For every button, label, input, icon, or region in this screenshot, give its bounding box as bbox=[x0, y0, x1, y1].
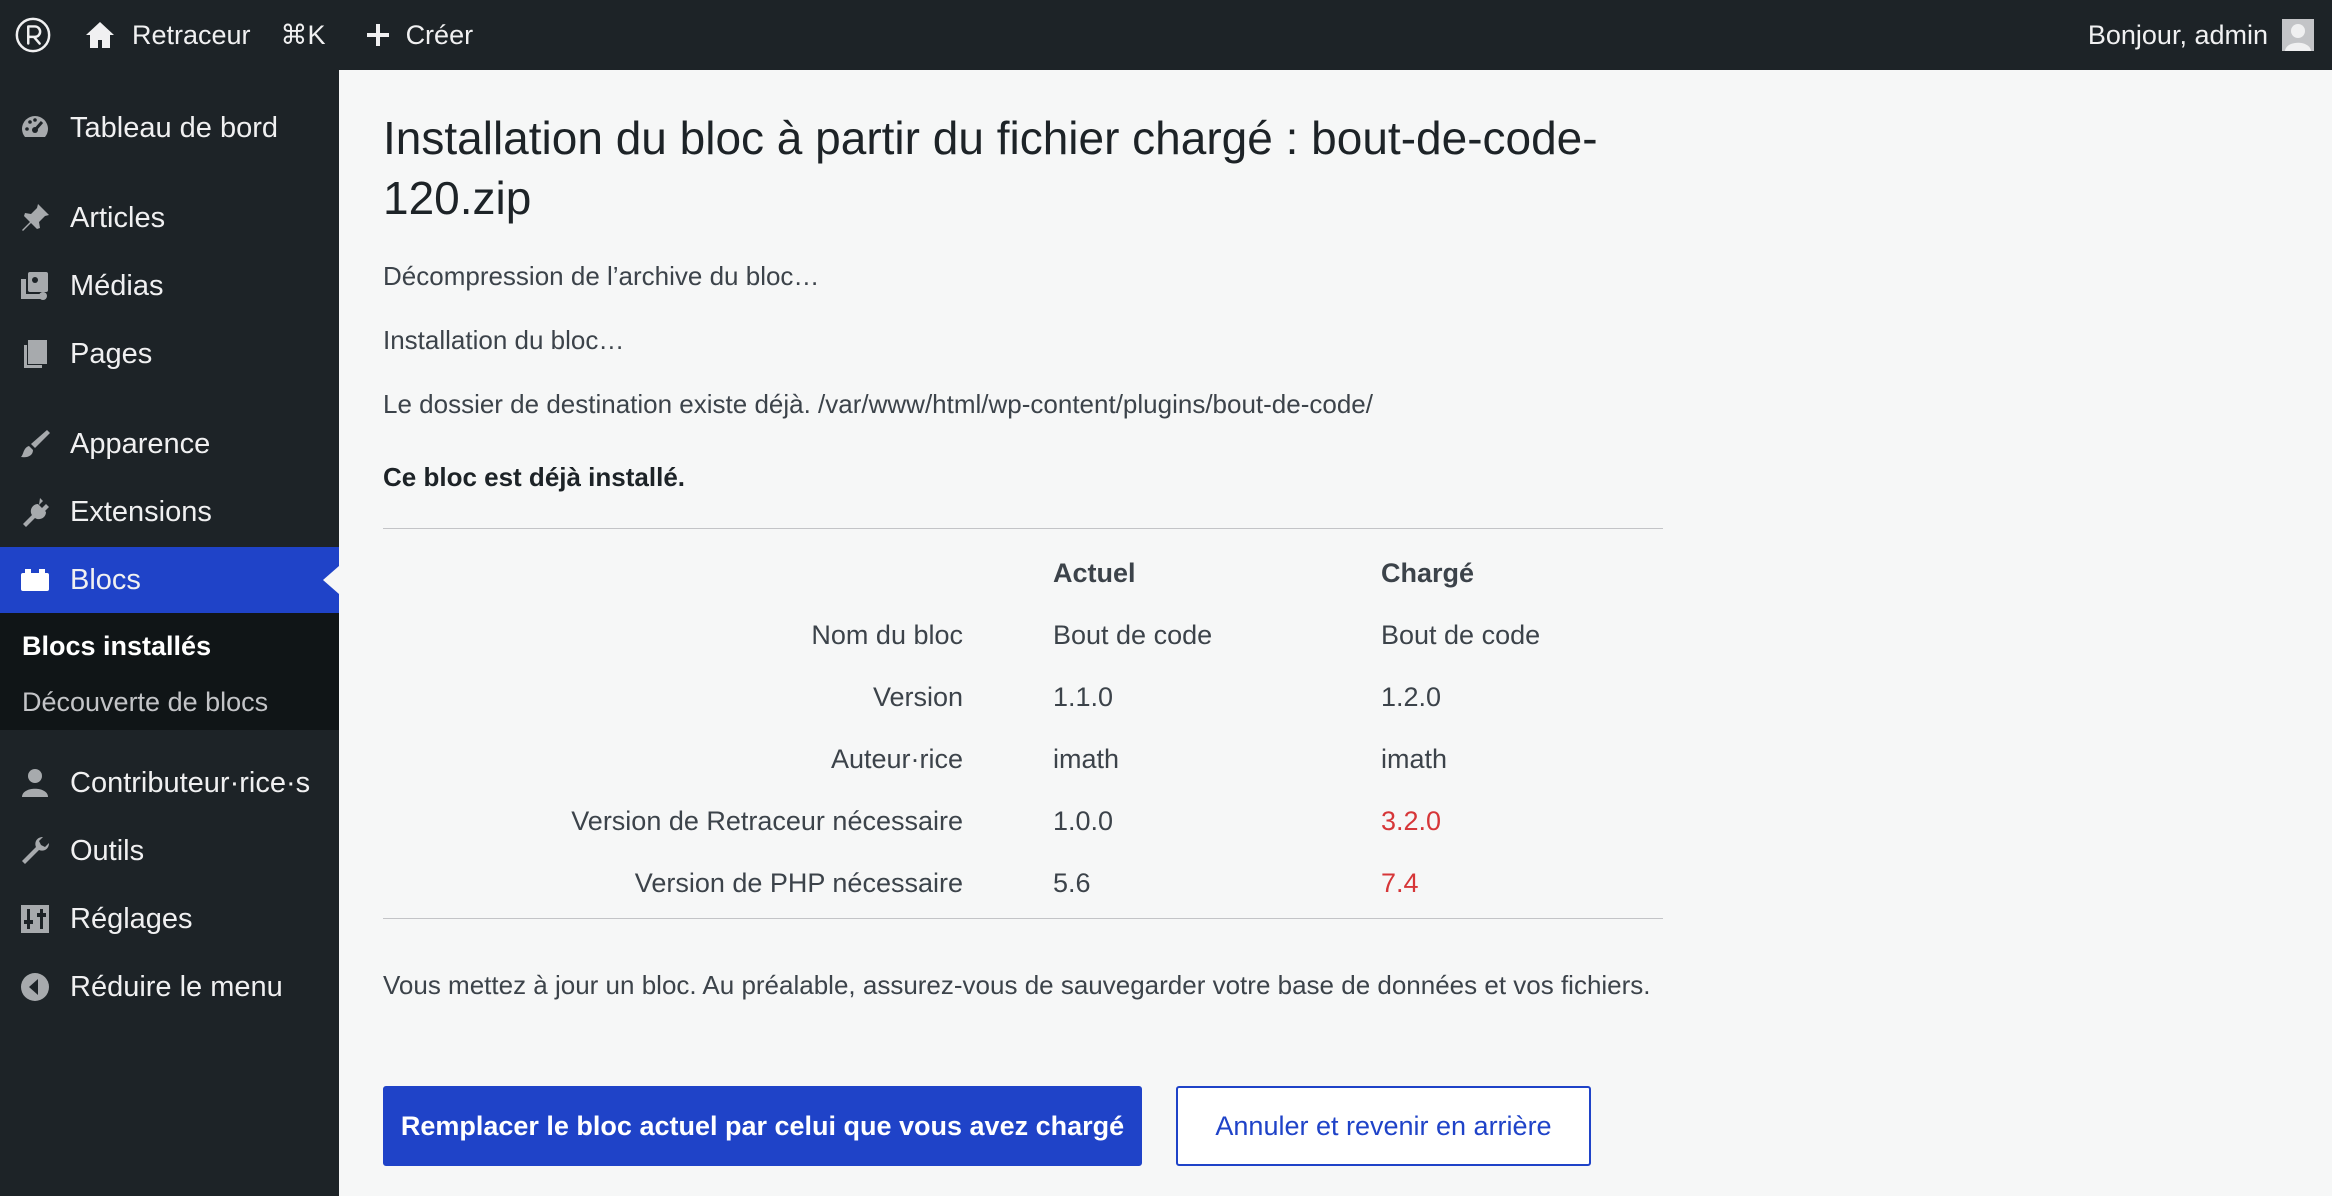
row-uploaded-value-warning: 7.4 bbox=[1381, 867, 1419, 898]
sidebar-item-extensions[interactable]: Extensions bbox=[0, 479, 339, 545]
backup-notice: Vous mettez à jour un bloc. Au préalable… bbox=[383, 970, 1651, 1000]
status-message-unpacking: Décompression de l’archive du bloc… bbox=[383, 261, 820, 291]
plus-icon bbox=[366, 24, 389, 46]
header-current: Actuel bbox=[1053, 557, 1136, 588]
sidebar-item-pages[interactable]: Pages bbox=[0, 321, 339, 387]
sidebar-item-apparence[interactable]: Apparence bbox=[0, 411, 339, 477]
sidebar-item-articles[interactable]: Articles bbox=[0, 185, 339, 251]
greeting: Bonjour, admin bbox=[2087, 19, 2268, 50]
site-link[interactable]: Retraceur bbox=[66, 0, 251, 70]
site-name: Retraceur bbox=[132, 19, 251, 50]
blocks-icon bbox=[0, 563, 70, 597]
wrench-icon bbox=[0, 834, 70, 868]
sidebar-item-label: Blocs bbox=[70, 563, 141, 596]
sidebar-item-label: Réglages bbox=[70, 902, 193, 935]
brush-icon bbox=[0, 427, 70, 461]
row-current-value: imath bbox=[1053, 743, 1120, 774]
row-uploaded-value: Bout de code bbox=[1381, 619, 1541, 650]
submenu-item-installed[interactable]: Blocs installés bbox=[22, 631, 211, 662]
row-current-value: 1.0.0 bbox=[1053, 805, 1114, 836]
comparison-table: Actuel Chargé Nom du bloc Bout de code B… bbox=[383, 542, 1663, 914]
row-label: Version de Retraceur nécessaire bbox=[571, 805, 963, 836]
blocs-submenu: Blocs installés Découverte de blocs bbox=[0, 613, 339, 730]
new-label: Créer bbox=[405, 19, 474, 50]
sidebar-item-label: Extensions bbox=[70, 495, 212, 528]
avatar bbox=[2282, 19, 2314, 51]
media-icon bbox=[0, 269, 70, 303]
row-current-value: 5.6 bbox=[1053, 867, 1091, 898]
command-palette-shortcut[interactable]: ⌘K bbox=[281, 0, 326, 70]
table-row: Version de Retraceur nécessaire 1.0.0 3.… bbox=[383, 790, 1663, 852]
sidebar-item-outils[interactable]: Outils bbox=[0, 818, 339, 884]
retraceur-logo-icon[interactable] bbox=[0, 0, 66, 70]
sidebar-item-blocs[interactable]: Blocs bbox=[0, 547, 339, 613]
admin-bar: Retraceur ⌘K Créer Bonjour, admin bbox=[0, 0, 2332, 70]
row-label: Version de PHP nécessaire bbox=[634, 867, 963, 898]
row-label: Auteur·rice bbox=[830, 743, 963, 774]
new-content-menu[interactable]: Créer bbox=[364, 0, 474, 70]
already-installed-heading: Ce bloc est déjà installé. bbox=[383, 462, 685, 492]
pin-icon bbox=[0, 201, 70, 235]
header-empty bbox=[383, 542, 963, 604]
sidebar-item-medias[interactable]: Médias bbox=[0, 253, 339, 319]
row-current-value: 1.1.0 bbox=[1053, 681, 1114, 712]
sidebar-item-reduire[interactable]: Réduire le menu bbox=[0, 954, 339, 1020]
user-icon bbox=[0, 766, 70, 800]
status-message-installing: Installation du bloc… bbox=[383, 325, 625, 355]
sidebar-item-label: Outils bbox=[70, 834, 145, 867]
sidebar-item-label: Réduire le menu bbox=[70, 970, 283, 1003]
collapse-icon bbox=[0, 970, 70, 1004]
row-uploaded-value: imath bbox=[1381, 743, 1448, 774]
header-uploaded: Chargé bbox=[1381, 557, 1475, 588]
sidebar-item-label: Tableau de bord bbox=[70, 111, 278, 144]
home-icon bbox=[86, 22, 114, 48]
settings-icon bbox=[0, 902, 70, 936]
row-label: Nom du bloc bbox=[811, 619, 963, 650]
sidebar-item-dashboard[interactable]: Tableau de bord bbox=[0, 95, 339, 161]
table-bottom-divider bbox=[383, 918, 1663, 919]
sidebar-item-label: Médias bbox=[70, 269, 164, 302]
submenu-item-discover[interactable]: Découverte de blocs bbox=[22, 687, 268, 718]
status-message-folder-exists: Le dossier de destination existe déjà. /… bbox=[383, 389, 1373, 419]
table-row: Version 1.1.0 1.2.0 bbox=[383, 666, 1663, 728]
row-current-value: Bout de code bbox=[1053, 619, 1213, 650]
dashboard-icon bbox=[0, 111, 70, 145]
sidebar-item-contributeurs[interactable]: Contributeur·rice·s bbox=[0, 750, 339, 816]
pages-icon bbox=[0, 337, 70, 371]
cancel-button[interactable]: Annuler et revenir en arrière bbox=[1176, 1086, 1591, 1166]
sidebar-item-reglages[interactable]: Réglages bbox=[0, 886, 339, 952]
plugin-icon bbox=[0, 495, 70, 529]
table-row: Nom du bloc Bout de code Bout de code bbox=[383, 604, 1663, 666]
sidebar-item-label: Articles bbox=[70, 201, 166, 234]
table-row: Auteur·rice imath imath bbox=[383, 728, 1663, 790]
sidebar-item-label: Apparence bbox=[70, 427, 211, 460]
table-row: Version de PHP nécessaire 5.6 7.4 bbox=[383, 852, 1663, 914]
table-top-divider bbox=[383, 528, 1663, 529]
row-label: Version bbox=[872, 681, 963, 712]
replace-block-button[interactable]: Remplacer le bloc actuel par celui que v… bbox=[383, 1086, 1142, 1166]
table-header-row: Actuel Chargé bbox=[383, 542, 1663, 604]
row-uploaded-value: 1.2.0 bbox=[1381, 681, 1442, 712]
my-account-menu[interactable]: Bonjour, admin bbox=[2088, 0, 2332, 70]
row-uploaded-value-warning: 3.2.0 bbox=[1381, 805, 1442, 836]
admin-sidebar: Tableau de bord Articles Médias Pages Ap… bbox=[0, 70, 339, 1196]
page-title: Installation du bloc à partir du fichier… bbox=[383, 112, 1598, 224]
sidebar-item-label: Pages bbox=[70, 337, 153, 370]
sidebar-item-label: Contributeur·rice·s bbox=[70, 766, 311, 799]
